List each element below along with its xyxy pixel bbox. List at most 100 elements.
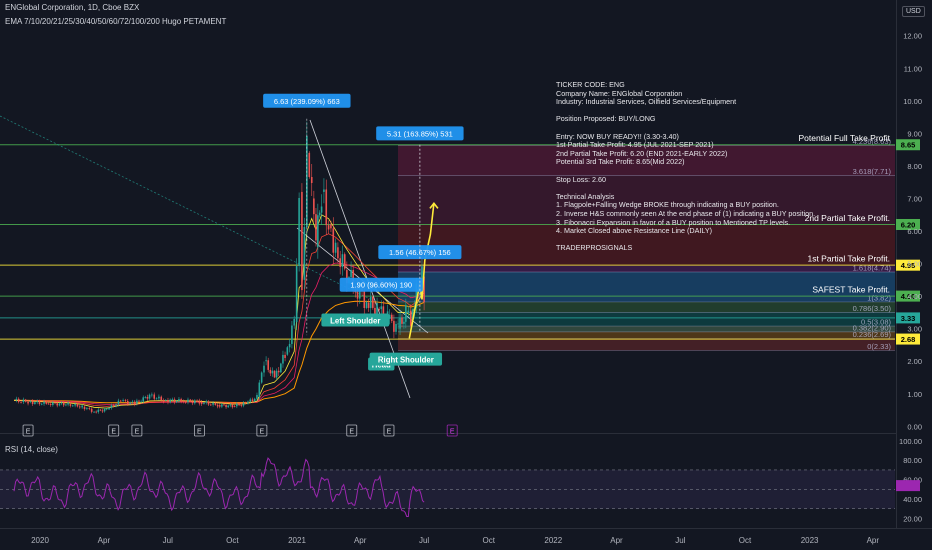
candle [124, 400, 127, 401]
candle [105, 408, 108, 410]
candle [71, 405, 74, 407]
target-zone [398, 265, 895, 273]
candle [409, 310, 412, 326]
candle [395, 324, 397, 332]
candle [203, 402, 205, 404]
candle [69, 404, 72, 406]
rsi-value-tag [896, 480, 920, 492]
earnings-marker-label: E [450, 429, 455, 436]
time-axis-tick: Oct [226, 536, 239, 545]
candle [216, 404, 219, 407]
candle [251, 399, 254, 402]
candle [17, 398, 20, 402]
candle [88, 408, 91, 409]
candle [158, 396, 160, 399]
candle [298, 197, 300, 267]
time-axis-tick: 2021 [288, 536, 306, 545]
candle [129, 402, 131, 404]
price-axis-tick: 1.00 [907, 390, 922, 399]
candle [365, 301, 368, 308]
candle [144, 397, 147, 398]
analysis-line: Industry: Industrial Services, Oilfield … [556, 97, 737, 107]
candle [214, 402, 217, 405]
candle [115, 404, 117, 407]
candle [332, 228, 335, 253]
candle [60, 402, 63, 404]
candle [225, 404, 227, 408]
candle [320, 206, 323, 213]
candle [303, 226, 306, 280]
candle [22, 399, 25, 403]
time-axis-tick: Apr [610, 536, 623, 545]
candle [223, 404, 225, 406]
candle [101, 410, 104, 412]
price-level-label: SAFEST Take Profit. [812, 285, 890, 295]
earnings-marker-label: E [135, 429, 140, 436]
target-zone [398, 326, 895, 332]
analysis-note: TICKER CODE: ENG Company Name: ENGlobal … [556, 80, 846, 253]
candle [337, 247, 339, 259]
candle [372, 296, 374, 308]
candle [263, 365, 265, 373]
rsi-axis-tick: 20.00 [903, 514, 922, 523]
candle [218, 405, 221, 407]
candle [301, 191, 303, 291]
candle [117, 400, 120, 405]
candle [178, 399, 180, 401]
price-axis-tick: 12.00 [903, 32, 922, 41]
candle [376, 303, 378, 316]
candle [397, 323, 399, 325]
candle [148, 394, 151, 399]
candle [196, 400, 198, 402]
candle [122, 400, 124, 401]
candle [108, 407, 110, 410]
price-level-label: 1st Partial Take Profit. [807, 254, 890, 264]
earnings-marker-label: E [111, 429, 116, 436]
earnings-marker-label: E [260, 429, 265, 436]
candle [317, 215, 319, 248]
candle [136, 400, 138, 404]
candle [399, 317, 401, 329]
candle [62, 402, 65, 406]
fib-level-label: 3.618(7.71) [853, 167, 892, 176]
candle [327, 225, 330, 230]
candle [83, 406, 86, 410]
candle [242, 402, 245, 406]
price-axis-tick: 9.00 [907, 129, 922, 138]
time-axis-tick: Jul [163, 536, 173, 545]
candle [169, 399, 171, 403]
candle [207, 401, 210, 405]
price-tag-label: 8.65 [901, 141, 916, 150]
candle [40, 403, 43, 405]
time-axis-tick: 2023 [801, 536, 819, 545]
price-axis-tick: 8.00 [907, 162, 922, 171]
target-zone [398, 331, 895, 339]
candle [47, 403, 50, 405]
rsi-legend: RSI (14, close) [5, 445, 58, 454]
time-axis-tick: Apr [98, 536, 111, 545]
candle [74, 404, 76, 406]
target-zone [398, 312, 895, 327]
candle [15, 398, 18, 401]
candle [256, 394, 258, 399]
candle [140, 401, 142, 403]
price-axis-tick: 2.00 [907, 357, 922, 366]
candle [191, 401, 194, 404]
candle [293, 318, 295, 326]
candle [93, 411, 95, 413]
candle [99, 409, 102, 411]
candle [78, 406, 81, 408]
candle [238, 403, 240, 406]
candle [110, 405, 113, 408]
candle [112, 405, 115, 407]
candle [267, 360, 270, 370]
candle [295, 266, 298, 323]
candle [86, 408, 88, 410]
currency-badge[interactable]: USD [902, 6, 925, 17]
candle [378, 309, 380, 310]
candle [200, 401, 203, 404]
analysis-line: 4. Market Closed above Resistance Line (… [556, 226, 713, 236]
time-axis-tick: Jul [419, 536, 429, 545]
indicator-legend: EMA 7/10/20/21/25/30/40/50/60/72/100/200… [5, 17, 227, 26]
candle [36, 401, 38, 403]
